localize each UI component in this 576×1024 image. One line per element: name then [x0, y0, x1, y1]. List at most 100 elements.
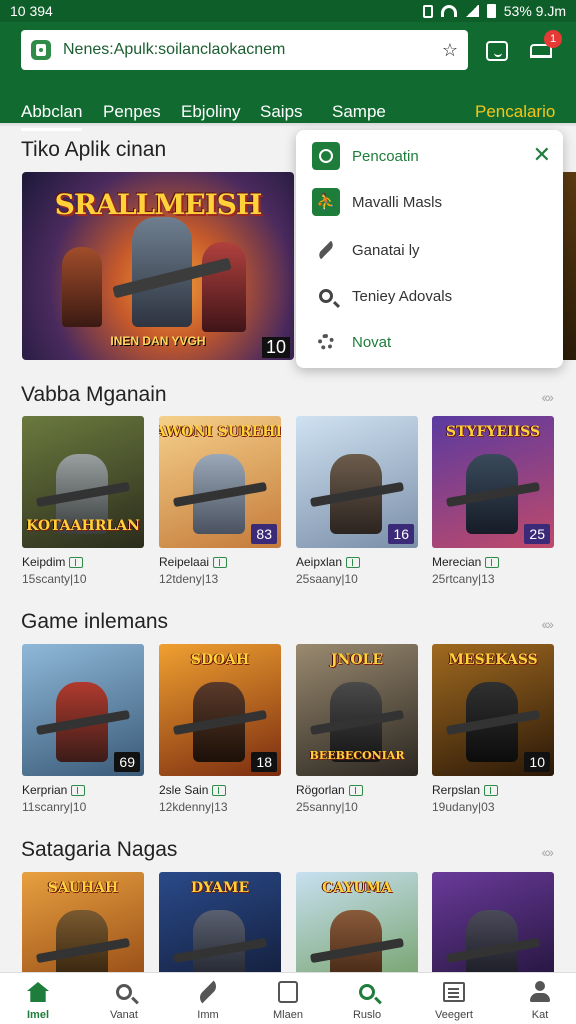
signal-icon	[464, 5, 479, 17]
runner-icon: ⛹	[312, 188, 340, 216]
nav-label: Vanat	[110, 1009, 138, 1021]
nav-label: Imm	[197, 1009, 219, 1021]
menu-item-label: Mavalli Masls	[352, 193, 443, 211]
nav-search[interactable]: Vanat	[84, 979, 164, 1021]
game-name-row: Keipdim	[22, 555, 144, 569]
tab-5[interactable]: Pencalario	[475, 102, 555, 122]
rating-icon	[71, 784, 86, 796]
game-thumbnail[interactable]: MESEKASS 10	[432, 644, 554, 776]
header-shadow	[0, 123, 576, 127]
bookmark-star-icon[interactable]: ☆	[442, 40, 458, 61]
game-logo-text: JNOLE	[330, 652, 384, 668]
game-meta: 12kdenny|13	[159, 800, 228, 814]
count-badge: 69	[114, 752, 140, 772]
game-thumbnail[interactable]: SAWONI SUREHIN 83	[159, 416, 281, 548]
game-logo-text: SAWONI SUREHIN	[159, 424, 281, 440]
game-logo-text: SAUHAH	[47, 880, 119, 896]
game-meta: 15scanty|10	[22, 572, 87, 586]
app-header: Nenes:Apulk:soilanclaokacnem ☆ 1 Abbclan…	[0, 22, 576, 131]
menu-item-4[interactable]: Novat	[296, 322, 563, 362]
game-thumbnail[interactable]: STYFYEIISS 25	[432, 416, 554, 548]
game-name: Aeipxlan	[296, 555, 343, 569]
game-card[interactable]: STYFYEIISS 25 Merecian 25rtcany|13	[432, 416, 554, 586]
tab-3[interactable]: Saips	[260, 102, 303, 122]
scroll-arrows-icon[interactable]: ‹‹››	[541, 389, 554, 405]
chat-icon	[486, 41, 508, 61]
menu-item-label: Teniey Adovals	[352, 287, 453, 305]
search-icon	[359, 984, 375, 1000]
count-badge: 83	[251, 524, 277, 544]
menu-item-0[interactable]: Pencoatin	[296, 136, 563, 176]
game-meta: 25saany|10	[296, 572, 358, 586]
game-thumbnail[interactable]: JNOLE BEEBECONIAR	[296, 644, 418, 776]
tab-4[interactable]: Sampe	[332, 102, 386, 122]
game-logo-text: STYFYEIISS	[445, 424, 541, 440]
hero-banner[interactable]: SRALLMEISH INEN DAN YVGH 10	[22, 172, 294, 360]
tab-2[interactable]: Ebjoliny	[181, 102, 241, 122]
nav-feather[interactable]: Imm	[168, 979, 248, 1021]
game-thumbnail[interactable]: 69	[22, 644, 144, 776]
game-card[interactable]: 69 Kerprian 11scanry|10	[22, 644, 144, 814]
lock-icon	[31, 40, 51, 60]
chat-button[interactable]	[480, 34, 514, 68]
wifi-icon	[440, 5, 457, 17]
notifications-button[interactable]: 1	[524, 30, 562, 68]
game-card[interactable]: JNOLE BEEBECONIAR Rögorlan 25sanny|10	[296, 644, 418, 814]
hero-count-badge: 10	[261, 337, 290, 358]
nav-profile[interactable]: Kat	[500, 979, 576, 1021]
section-title: Vabba Mganain	[21, 383, 167, 406]
status-time: 10 394	[10, 3, 53, 19]
game-name: Reipelaai	[159, 555, 210, 569]
menu-item-1[interactable]: ⛹ Mavalli Masls	[296, 182, 563, 222]
game-thumbnail[interactable]: KOTAAHRLAN	[22, 416, 144, 548]
nav-label: Ruslo	[352, 1009, 382, 1021]
nav-document[interactable]: Mlaen	[248, 979, 328, 1021]
menu-item-label: Ganatai ly	[352, 241, 420, 259]
rating-icon	[348, 784, 363, 796]
game-name-row: 2sle Sain	[159, 783, 281, 797]
game-meta: 25rtcany|13	[432, 572, 495, 586]
hero-game-title: SRALLMEISH	[54, 188, 263, 221]
nav-label: Veegert	[435, 1009, 473, 1021]
rating-icon	[69, 556, 84, 568]
nav-label: Kat	[531, 1009, 549, 1021]
scroll-arrows-icon[interactable]: ‹‹››	[541, 616, 554, 632]
game-card[interactable]: MESEKASS 10 Rerpslan 19udany|03	[432, 644, 554, 814]
nav-news[interactable]: Veegert	[414, 979, 494, 1021]
dropdown-menu: ✕ Pencoatin ⛹ Mavalli Masls Ganatai ly T…	[296, 130, 563, 368]
menu-item-3[interactable]: Teniey Adovals	[296, 276, 563, 316]
battery-icon	[486, 4, 496, 18]
game-name-row: Reipelaai	[159, 555, 281, 569]
rating-icon	[213, 556, 228, 568]
home-icon	[27, 982, 49, 1002]
nav-home[interactable]: Imel	[0, 979, 78, 1021]
feather-icon	[312, 236, 340, 264]
game-card[interactable]: SDOAH 18 2sle Sain 12kdenny|13	[159, 644, 281, 814]
game-name-row: Rögorlan	[296, 783, 418, 797]
count-badge: 25	[524, 524, 550, 544]
game-logo-text: DYAME	[190, 880, 250, 896]
game-name: Merecian	[432, 555, 482, 569]
bottom-navigation: Imel Vanat Imm Mlaen Ruslo Veegert Kat	[0, 972, 576, 1024]
game-card[interactable]: 16 Aeipxlan 25saany|10	[296, 416, 418, 586]
hero-character-right	[202, 242, 246, 332]
search-icon	[116, 984, 132, 1000]
menu-item-2[interactable]: Ganatai ly	[296, 230, 563, 270]
game-thumbnail[interactable]: 16	[296, 416, 418, 548]
game-meta: 19udany|03	[432, 800, 495, 814]
url-text[interactable]: Nenes:Apulk:soilanclaokacnem	[63, 41, 442, 59]
game-thumbnail[interactable]: SDOAH 18	[159, 644, 281, 776]
rating-icon	[485, 556, 500, 568]
game-card[interactable]: KOTAAHRLAN Keipdim 15scanty|10	[22, 416, 144, 586]
scroll-arrows-icon[interactable]: ‹‹››	[541, 844, 554, 860]
game-card[interactable]: SAWONI SUREHIN 83 Reipelaai 12tdeny|13	[159, 416, 281, 586]
tab-1[interactable]: Penpes	[103, 102, 161, 122]
count-badge: 18	[251, 752, 277, 772]
game-logo-text: SDOAH	[190, 652, 250, 668]
nav-discover[interactable]: Ruslo	[327, 979, 407, 1021]
address-bar[interactable]: Nenes:Apulk:soilanclaokacnem ☆	[21, 30, 468, 70]
game-name: Rerpslan	[432, 783, 481, 797]
rating-icon	[212, 784, 227, 796]
game-logo-text: MESEKASS	[448, 652, 538, 668]
gear-icon	[312, 328, 340, 356]
